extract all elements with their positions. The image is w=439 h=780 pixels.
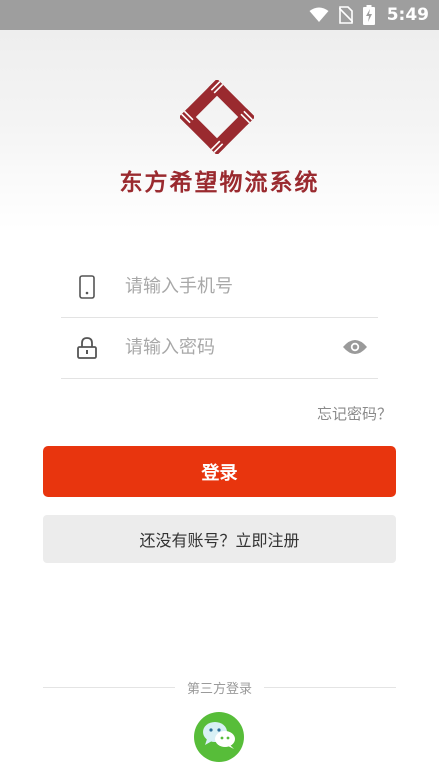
status-bar: 5:49	[0, 0, 439, 30]
phone-input[interactable]	[113, 266, 378, 307]
forgot-password-link[interactable]: 忘记密码？	[317, 403, 392, 424]
no-sim-icon	[338, 6, 353, 24]
clock: 5:49	[386, 5, 429, 25]
wechat-icon	[201, 720, 237, 754]
divider-line-left	[43, 686, 175, 688]
eye-icon[interactable]	[342, 339, 368, 359]
third-party-divider: 第三方登录	[43, 677, 397, 697]
divider-line-right	[264, 686, 397, 688]
password-input[interactable]	[113, 327, 378, 368]
wechat-login-button[interactable]	[194, 712, 244, 762]
third-party-label: 第三方登录	[187, 681, 253, 697]
login-button[interactable]: 登录	[43, 446, 396, 497]
phone-field[interactable]	[61, 256, 378, 318]
password-field[interactable]	[61, 317, 378, 379]
register-button[interactable]: 还没有账号？立即注册	[43, 515, 396, 563]
wifi-icon	[309, 7, 329, 23]
lock-icon	[61, 336, 113, 359]
app-title: 东方希望物流系统	[119, 170, 320, 196]
battery-charging-icon	[362, 5, 375, 25]
phone-icon	[61, 274, 113, 299]
app-logo	[178, 78, 256, 156]
